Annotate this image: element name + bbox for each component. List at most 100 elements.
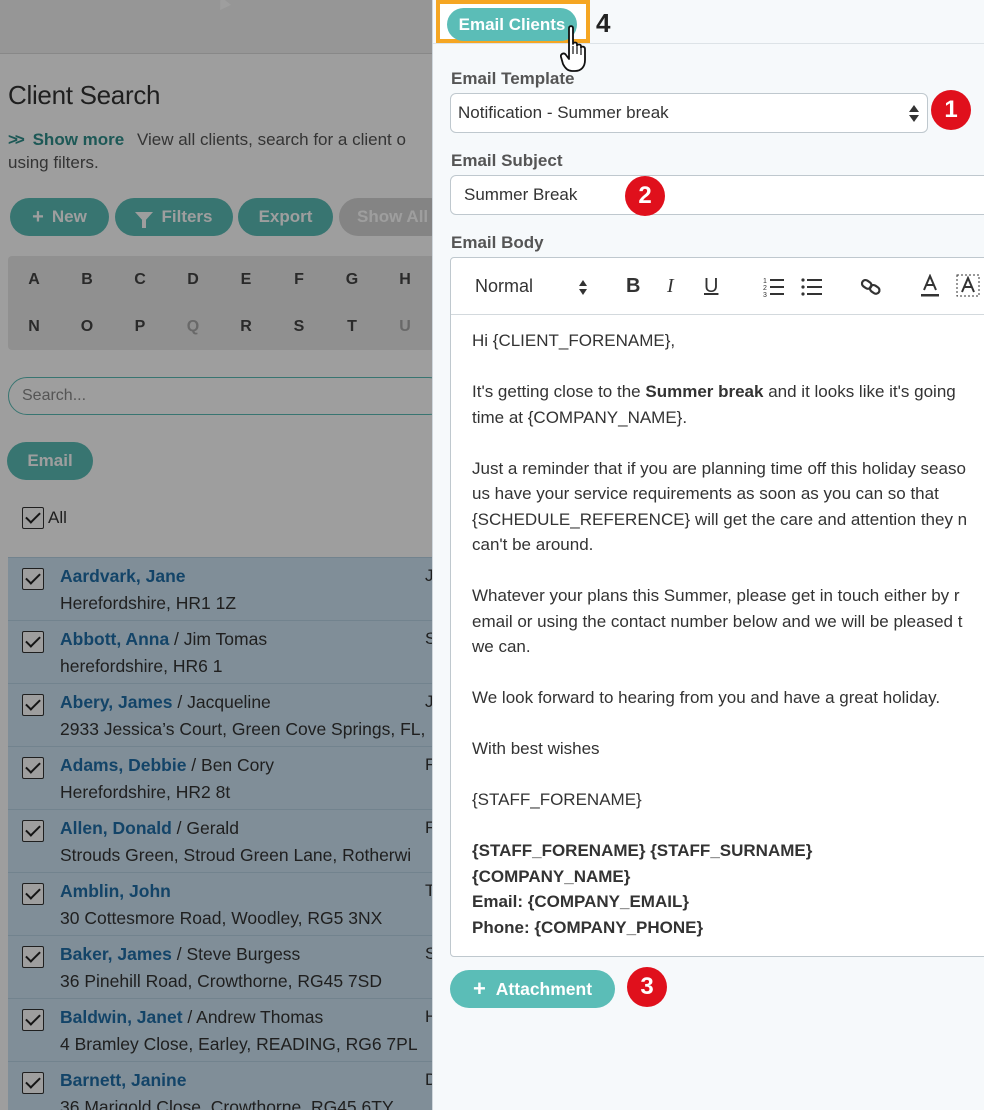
letter-t[interactable]: T [332,318,372,336]
email-clients-button[interactable]: Email Clients [447,8,577,41]
show-more-link[interactable]: Show more [33,130,125,149]
page-title: Client Search [8,80,161,110]
letter-p[interactable]: P [120,318,160,336]
letter-q: Q [186,318,200,335]
step-4-badge: 4 [596,8,611,38]
letter-d[interactable]: D [173,271,213,289]
client-row[interactable]: Abbott, Anna / Jim Tomas herefordshire, … [8,620,432,683]
client-name-line: Baldwin, Janet / Andrew Thomas [60,1007,323,1028]
client-extra-column: S [425,944,432,963]
client-row[interactable]: Abery, James / Jacqueline 2933 Jessica’s… [8,683,432,746]
letter-b[interactable]: B [67,271,107,289]
client-name-link[interactable]: Aardvark, Jane [60,566,186,586]
alphabet-filter: A B C D E F G H N O P Q R S T U [8,256,432,350]
export-button[interactable]: Export [238,198,333,236]
show-all-button[interactable]: Show All [339,198,432,236]
client-checkbox[interactable] [22,694,44,716]
italic-icon[interactable]: I [667,272,674,300]
letter-c[interactable]: C [120,271,160,289]
bold-icon[interactable]: B [626,272,640,300]
format-select[interactable]: Normal [475,272,533,300]
body-staff-forename: {STAFF_FORENAME} [472,790,642,809]
client-checkbox[interactable] [22,1009,44,1031]
svg-text:3: 3 [763,292,767,298]
bullet-list-icon[interactable] [801,276,823,298]
client-extra-column: J [425,692,432,711]
text-color-icon[interactable] [919,274,941,298]
add-attachment-button[interactable]: + Attachment [450,970,615,1008]
filters-button[interactable]: Filters [115,198,233,236]
client-checkbox[interactable] [22,946,44,968]
signature-phone: Phone: {COMPANY_PHONE} [472,917,704,937]
client-row[interactable]: Baker, James / Steve Burgess 36 Pinehill… [8,935,432,998]
client-row[interactable]: Allen, Donald / Gerald Strouds Green, St… [8,809,432,872]
top-bar [0,0,432,54]
client-name-link[interactable]: Abery, James [60,692,173,712]
client-name-link[interactable]: Abbott, Anna [60,629,169,649]
client-checkbox[interactable] [22,568,44,590]
step-3-badge: 3 [627,967,667,1007]
client-name-link[interactable]: Barnett, Janine [60,1070,186,1090]
filters-button-label: Filters [161,207,213,226]
client-name-link[interactable]: Amblin, John [60,881,171,901]
select-all-checkbox[interactable] [22,507,44,529]
client-checkbox[interactable] [22,1072,44,1094]
page-description: >> Show more View all clients, search fo… [8,125,432,154]
client-name-link[interactable]: Baker, James [60,944,172,964]
plus-icon: + [472,976,486,1001]
ordered-list-icon[interactable]: 1 2 3 [763,276,785,298]
client-row[interactable]: Baldwin, Janet / Andrew Thomas 4 Bramley… [8,998,432,1061]
link-icon[interactable] [860,276,882,298]
letter-n[interactable]: N [14,318,54,336]
client-address: 2933 Jessica’s Court, Green Cove Springs… [60,719,426,739]
step-2-badge: 2 [625,176,665,216]
client-row[interactable]: Amblin, John 30 Cottesmore Road, Woodley… [8,872,432,935]
client-search-input[interactable] [8,377,432,415]
client-address: 36 Marigold Close, Crowthorne, RG45 6TY [60,1097,394,1110]
filter-icon [135,212,154,228]
client-checkbox[interactable] [22,757,44,779]
format-select-arrows-icon [579,280,589,296]
letter-o[interactable]: O [67,318,107,336]
client-partner: / Steve Burgess [171,944,301,964]
client-checkbox[interactable] [22,820,44,842]
letter-s[interactable]: S [279,318,319,336]
client-row[interactable]: Aardvark, Jane Herefordshire, HR1 1Z J [8,557,432,620]
client-list: Aardvark, Jane Herefordshire, HR1 1Z J A… [8,557,432,1110]
letter-h[interactable]: H [385,271,425,289]
client-extra-column: H [425,1007,432,1026]
client-partner: / Jacqueline [172,692,271,712]
client-name-link[interactable]: Adams, Debbie [60,755,186,775]
client-name-link[interactable]: Baldwin, Janet [60,1007,183,1027]
email-template-select[interactable]: Notification - Summer break [450,93,928,133]
email-subject-input[interactable] [450,175,984,215]
client-extra-column: J [425,566,432,585]
letter-e[interactable]: E [226,271,266,289]
letter-a[interactable]: A [14,271,54,289]
body-paragraph-4: We look forward to hearing from you and … [472,688,941,707]
email-button[interactable]: Email [7,442,93,480]
client-checkbox[interactable] [22,883,44,905]
email-subject-label: Email Subject [451,151,563,170]
client-row[interactable]: Barnett, Janine 36 Marigold Close, Crowt… [8,1061,432,1110]
letter-r[interactable]: R [226,318,266,336]
body-paragraph-2-line-4: can't be around. [472,535,594,554]
email-body-content[interactable]: Hi {CLIENT_FORENAME}, It's getting close… [472,328,984,940]
svg-text:1: 1 [763,278,767,285]
client-address: Herefordshire, HR2 8t [60,782,231,802]
email-body-editor[interactable]: Normal B I U 1 2 3 Hi {CLIENT_FORENAME},… [450,257,984,957]
underline-icon[interactable]: U [704,272,718,300]
email-clients-drawer: Email Clients 4 Email Template Notificat… [432,0,984,1110]
letter-g[interactable]: G [332,271,372,289]
client-name-link[interactable]: Allen, Donald [60,818,172,838]
editor-toolbar: Normal B I U 1 2 3 [451,258,984,315]
client-extra-column: F [425,818,432,837]
client-address: 30 Cottesmore Road, Woodley, RG5 3NX [60,908,383,928]
highlight-color-icon[interactable] [956,274,980,298]
new-client-button[interactable]: + New [10,198,109,236]
letter-f[interactable]: F [279,271,319,289]
client-checkbox[interactable] [22,631,44,653]
double-chevron-right-icon: >> [8,130,25,149]
client-row[interactable]: Adams, Debbie / Ben Cory Herefordshire, … [8,746,432,809]
client-search-page: Client Search >> Show more View all clie… [0,0,432,1110]
